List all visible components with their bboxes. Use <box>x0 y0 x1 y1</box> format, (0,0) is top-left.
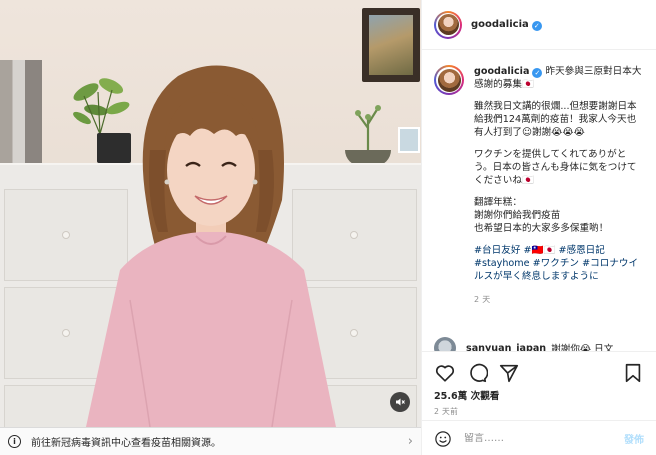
caption-paragraph-2: 雖然我日文講的很爛...但想要謝謝日本給我們124萬劑的疫苗！我家人今天也有人打… <box>474 101 637 138</box>
speaker-muted-icon <box>396 398 405 406</box>
banner-text: 前往新冠病毒資訊中心查看疫苗相關資源。 <box>31 438 221 449</box>
mute-toggle-button[interactable] <box>390 392 410 412</box>
caption-hashtags[interactable]: #台日友好 #🇹🇼🇯🇵 #感恩日記 #stayhome #ワクチン #コロナウイ… <box>474 244 644 283</box>
avatar[interactable] <box>434 10 462 39</box>
bookmark-icon[interactable] <box>622 362 644 384</box>
post-actions: 25.6萬 次觀看 2 天前 發佈 <box>422 351 656 455</box>
comment-input[interactable] <box>464 433 624 444</box>
caption-time: 2 天 <box>474 295 491 304</box>
verified-badge-icon: ✓ <box>531 20 542 31</box>
verified-badge-icon: ✓ <box>532 68 543 78</box>
covid-info-banner[interactable]: i 前往新冠病毒資訊中心查看疫苗相關資源。 › <box>0 427 421 455</box>
post-timestamp[interactable]: 2 天前 <box>422 402 656 417</box>
emoji-icon[interactable] <box>434 430 452 448</box>
caption-username[interactable]: goodalicia <box>474 66 529 77</box>
comment-icon[interactable] <box>466 362 488 384</box>
post-side-panel: goodalicia ✓ goodalicia ✓ 昨天參與三原對日本大感謝的募集🇯… <box>421 0 656 455</box>
caption-translation-line1: 謝謝你們給我們疫苗 <box>474 210 561 221</box>
woman-in-video <box>86 65 336 427</box>
post-header: goodalicia ✓ <box>422 0 656 50</box>
post-comment-button[interactable]: 發佈 <box>624 431 644 446</box>
header-username[interactable]: goodalicia ✓ <box>471 19 542 31</box>
commenter-avatar[interactable] <box>434 337 456 351</box>
view-count[interactable]: 25.6萬 次觀看 <box>422 386 656 402</box>
comment-composer: 發佈 <box>422 420 656 455</box>
caption-area: goodalicia ✓ 昨天參與三原對日本大感謝的募集🇯🇵 雖然我日文講的很爛.… <box>422 51 656 351</box>
chevron-right-icon: › <box>407 434 413 449</box>
comment-item: sanyuan_japan 謝謝你😭 日文 <box>434 337 649 351</box>
caption-avatar[interactable] <box>434 65 464 95</box>
caption-text: goodalicia ✓ 昨天參與三原對日本大感謝的募集🇯🇵 雖然我日文講的很爛.… <box>474 65 644 306</box>
caption-translation-label: 翻譯年糕： <box>474 197 522 208</box>
info-icon: i <box>8 435 21 448</box>
share-icon[interactable] <box>498 362 520 384</box>
heart-icon[interactable] <box>434 362 456 384</box>
post-video[interactable] <box>0 0 421 427</box>
comment-username[interactable]: sanyuan_japan <box>466 343 546 352</box>
caption-paragraph-3: ワクチンを提供してくれてありがとう。日本の皆さんも身体に気をつけてくださいね🇯🇵 <box>474 149 637 186</box>
caption-translation-line2: 也希望日本的大家多多保重喲！ <box>474 223 609 234</box>
comment-text: 謝謝你😭 日文 <box>551 344 614 351</box>
